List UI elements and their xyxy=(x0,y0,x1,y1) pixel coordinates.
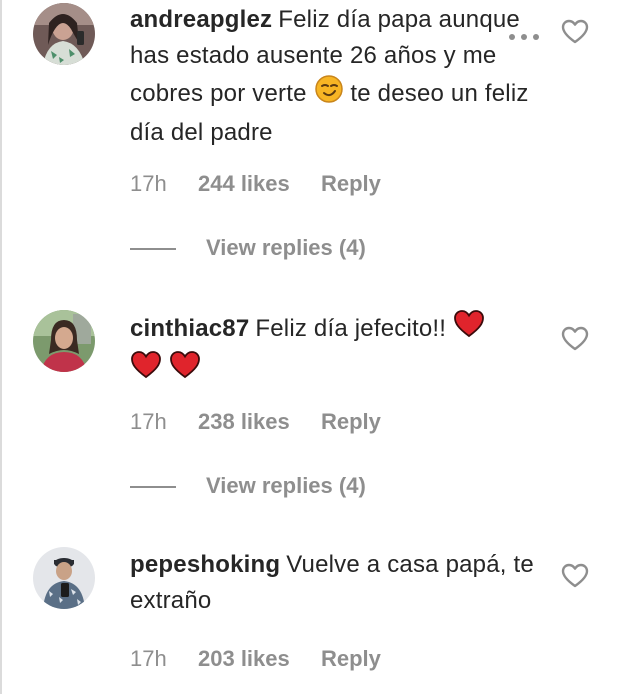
reply-button[interactable]: Reply xyxy=(321,645,381,673)
view-replies-button[interactable]: View replies (4) xyxy=(206,235,366,260)
view-replies[interactable]: View replies (4) xyxy=(130,472,366,500)
likes-count[interactable]: 203 likes xyxy=(198,645,321,673)
reply-button[interactable]: Reply xyxy=(321,170,381,198)
username[interactable]: andreapglez xyxy=(130,6,272,33)
red-heart-emoji xyxy=(453,309,485,350)
likes-count[interactable]: 244 likes xyxy=(198,170,321,198)
avatar[interactable] xyxy=(33,310,95,372)
username[interactable]: cinthiac87 xyxy=(130,315,249,342)
view-replies-button[interactable]: View replies (4) xyxy=(206,473,366,498)
timestamp[interactable]: 17h xyxy=(130,170,198,198)
red-heart-emoji xyxy=(169,350,201,391)
comment-text: cinthiac87 Feliz día jefecito!! xyxy=(130,309,540,391)
avatar[interactable] xyxy=(33,547,95,609)
red-heart-emoji xyxy=(130,350,162,391)
more-options-icon[interactable] xyxy=(508,28,544,40)
comment-meta: 17h 238 likes Reply xyxy=(130,408,381,436)
timestamp[interactable]: 17h xyxy=(130,408,198,436)
replies-divider xyxy=(130,486,176,489)
comment-meta: 17h 203 likes Reply xyxy=(130,645,381,673)
like-heart-icon[interactable] xyxy=(561,326,589,352)
comment-meta: 17h 244 likes Reply xyxy=(130,170,381,198)
avatar[interactable] xyxy=(33,3,95,65)
username[interactable]: pepeshoking xyxy=(130,551,280,578)
comment-text: andreapglez Feliz día papa aunque has est… xyxy=(130,2,540,151)
like-heart-icon[interactable] xyxy=(561,19,589,45)
reply-button[interactable]: Reply xyxy=(321,408,381,436)
smirk-emoji xyxy=(314,74,344,115)
replies-divider xyxy=(130,248,176,251)
like-heart-icon[interactable] xyxy=(561,563,589,589)
comment-text: pepeshoking Vuelve a casa papá, te extrañ… xyxy=(130,547,540,619)
view-replies[interactable]: View replies (4) xyxy=(130,234,366,262)
timestamp[interactable]: 17h xyxy=(130,645,198,673)
comment-body: Feliz día jefecito!! xyxy=(255,314,447,342)
likes-count[interactable]: 238 likes xyxy=(198,408,321,436)
left-border xyxy=(0,0,2,694)
